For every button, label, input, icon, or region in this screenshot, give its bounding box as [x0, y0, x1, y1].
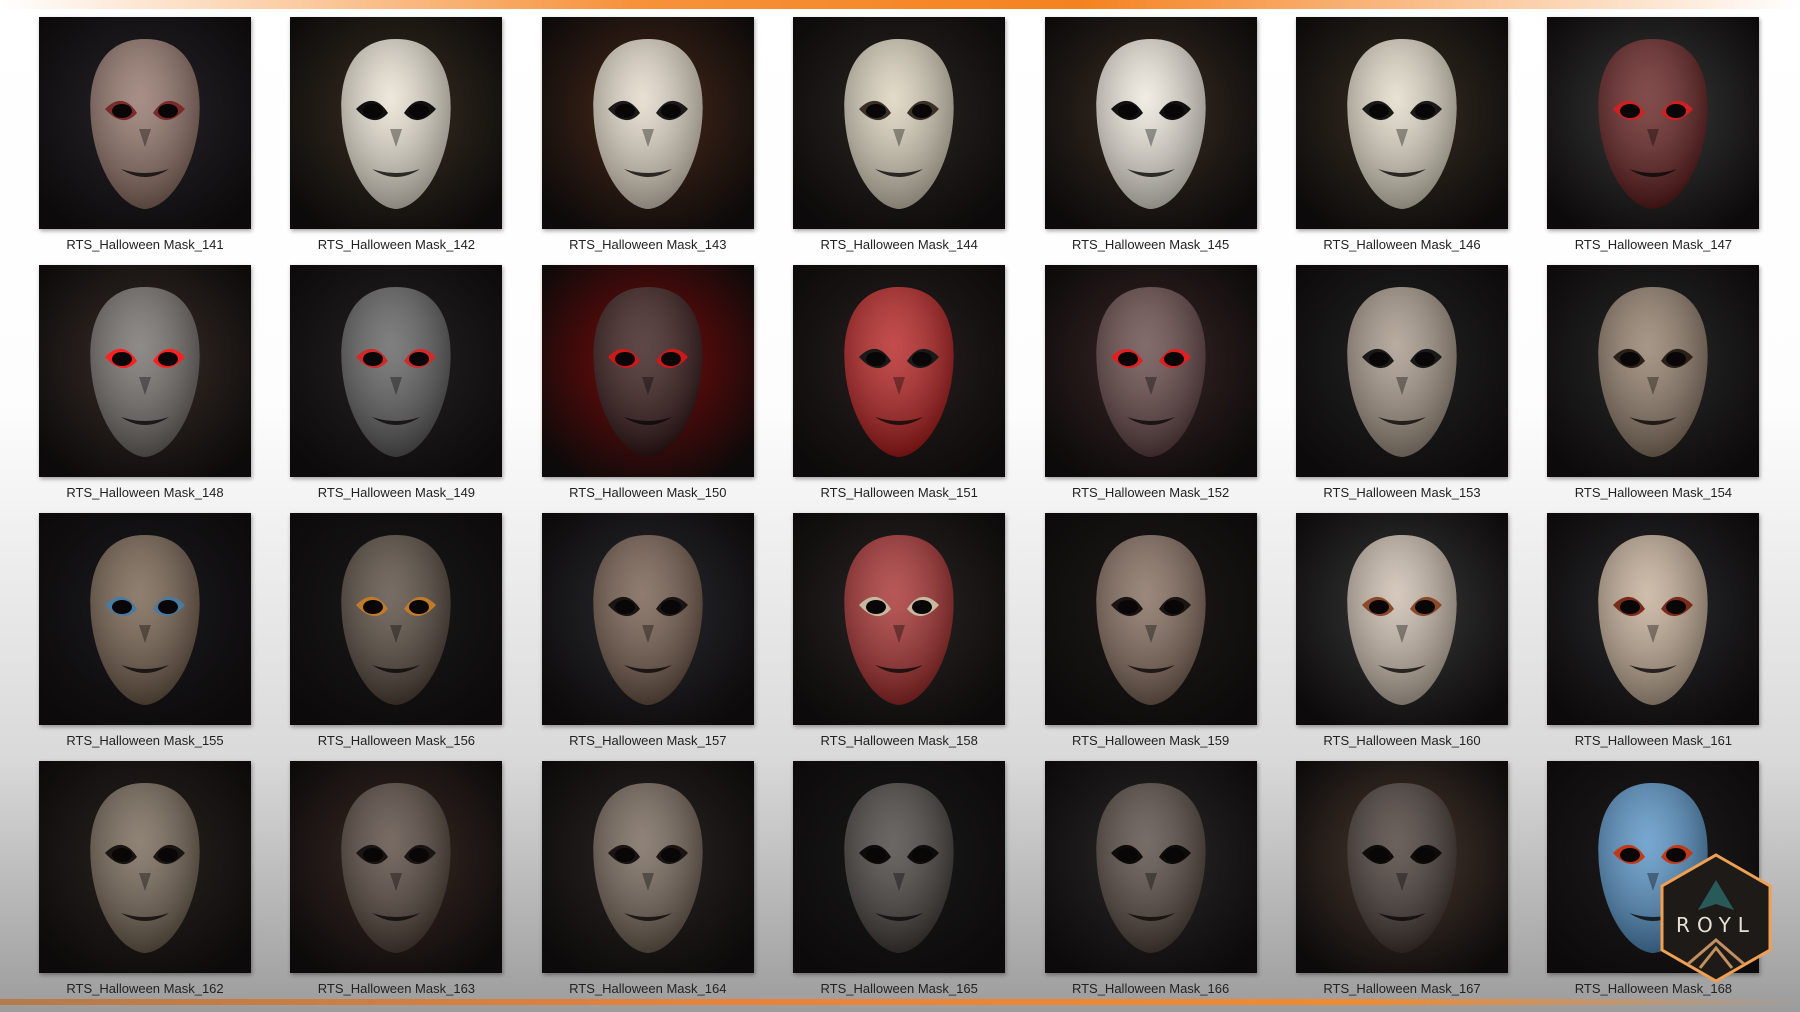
mask-image-thumbnail[interactable]: [1296, 265, 1508, 477]
thumbnail-item[interactable]: RTS_Halloween Mask_163: [290, 761, 503, 996]
mask-image-thumbnail[interactable]: [1296, 17, 1508, 229]
mask-image-thumbnail[interactable]: [1547, 17, 1760, 229]
thumbnail-item[interactable]: RTS_Halloween Mask_157: [541, 513, 754, 748]
thumbnail-item[interactable]: RTS_Halloween Mask_143: [541, 17, 754, 252]
mask-image-thumbnail[interactable]: [793, 513, 1006, 725]
mask-image-thumbnail[interactable]: [290, 513, 503, 725]
thumbnail-item[interactable]: RTS_Halloween Mask_152: [1044, 265, 1257, 500]
mask-image-thumbnail[interactable]: [1547, 265, 1760, 477]
mask-image-thumbnail[interactable]: [1547, 513, 1760, 725]
mask-image-thumbnail[interactable]: [541, 513, 754, 725]
bottom-accent-bar: [0, 999, 1800, 1005]
thumbnail-filename: RTS_Halloween Mask_152: [1071, 485, 1230, 500]
thumbnail-filename: RTS_Halloween Mask_165: [820, 981, 978, 996]
thumbnail-filename: RTS_Halloween Mask_144: [820, 237, 978, 252]
thumbnail-item[interactable]: RTS_Halloween Mask_154: [1547, 265, 1760, 500]
mask-image-thumbnail[interactable]: [1044, 17, 1257, 229]
thumbnail-item[interactable]: RTS_Halloween Mask_155: [39, 513, 251, 748]
thumbnail-filename: RTS_Halloween Mask_142: [317, 237, 476, 252]
thumbnail-filename: RTS_Halloween Mask_161: [1574, 733, 1733, 748]
thumbnail-item[interactable]: RTS_Halloween Mask_145: [1044, 17, 1257, 252]
thumbnail-item[interactable]: RTS_Halloween Mask_142: [290, 17, 503, 252]
thumbnail-filename: RTS_Halloween Mask_166: [1071, 981, 1230, 996]
mask-image-thumbnail[interactable]: [39, 513, 251, 725]
logo-text: ROYL: [1676, 913, 1756, 937]
thumbnail-item[interactable]: RTS_Halloween Mask_160: [1296, 513, 1508, 748]
thumbnail-filename: RTS_Halloween Mask_154: [1574, 485, 1733, 500]
thumbnail-filename: RTS_Halloween Mask_145: [1071, 237, 1230, 252]
thumbnail-filename: RTS_Halloween Mask_160: [1323, 733, 1481, 748]
mask-image-thumbnail[interactable]: [793, 761, 1006, 973]
thumbnail-item[interactable]: RTS_Halloween Mask_146: [1296, 17, 1508, 252]
thumbnail-item[interactable]: RTS_Halloween Mask_164: [541, 761, 754, 996]
thumbnail-filename: RTS_Halloween Mask_150: [569, 485, 727, 500]
thumbnail-filename: RTS_Halloween Mask_157: [569, 733, 727, 748]
thumbnail-item[interactable]: RTS_Halloween Mask_159: [1044, 513, 1257, 748]
thumbnail-filename: RTS_Halloween Mask_147: [1574, 237, 1733, 252]
thumbnail-item[interactable]: RTS_Halloween Mask_167: [1296, 761, 1508, 996]
thumbnail-item[interactable]: RTS_Halloween Mask_148: [39, 265, 251, 500]
thumbnail-item[interactable]: RTS_Halloween Mask_162: [39, 761, 251, 996]
thumbnail-filename: RTS_Halloween Mask_151: [820, 485, 978, 500]
thumbnail-item[interactable]: RTS_Halloween Mask_166: [1044, 761, 1257, 996]
mask-image-thumbnail[interactable]: [1044, 265, 1257, 477]
mask-image-thumbnail[interactable]: [39, 761, 251, 973]
thumbnail-item[interactable]: RTS_Halloween Mask_150: [541, 265, 754, 500]
thumbnail-filename: RTS_Halloween Mask_149: [317, 485, 476, 500]
mask-image-thumbnail[interactable]: [39, 265, 251, 477]
thumbnail-filename: RTS_Halloween Mask_156: [317, 733, 476, 748]
thumbnail-item[interactable]: RTS_Halloween Mask_149: [290, 265, 503, 500]
thumbnail-item[interactable]: RTS_Halloween Mask_165: [793, 761, 1006, 996]
mask-image-thumbnail[interactable]: [1044, 513, 1257, 725]
mask-image-thumbnail[interactable]: [541, 17, 754, 229]
thumbnail-filename: RTS_Halloween Mask_163: [317, 981, 476, 996]
thumbnail-filename: RTS_Halloween Mask_148: [66, 485, 224, 500]
mask-image-thumbnail[interactable]: [39, 17, 251, 229]
royl-logo-watermark: ROYL: [1660, 853, 1772, 983]
mask-image-thumbnail[interactable]: [541, 265, 754, 477]
thumbnail-item[interactable]: RTS_Halloween Mask_151: [793, 265, 1006, 500]
thumbnail-filename: RTS_Halloween Mask_162: [66, 981, 224, 996]
thumbnail-filename: RTS_Halloween Mask_155: [66, 733, 224, 748]
thumbnail-filename: RTS_Halloween Mask_167: [1323, 981, 1481, 996]
thumbnail-item[interactable]: RTS_Halloween Mask_144: [793, 17, 1006, 252]
mask-image-thumbnail[interactable]: [793, 265, 1006, 477]
mask-image-thumbnail[interactable]: [290, 265, 503, 477]
mask-image-thumbnail[interactable]: [793, 17, 1006, 229]
thumbnail-filename: RTS_Halloween Mask_153: [1323, 485, 1481, 500]
thumbnail-filename: RTS_Halloween Mask_146: [1323, 237, 1481, 252]
mask-image-thumbnail[interactable]: [1296, 761, 1508, 973]
thumbnail-item[interactable]: RTS_Halloween Mask_156: [290, 513, 503, 748]
thumbnail-item[interactable]: RTS_Halloween Mask_158: [793, 513, 1006, 748]
thumbnail-filename: RTS_Halloween Mask_159: [1071, 733, 1230, 748]
mask-image-thumbnail[interactable]: [1296, 513, 1508, 725]
thumbnail-filename: RTS_Halloween Mask_143: [569, 237, 727, 252]
thumbnail-item[interactable]: RTS_Halloween Mask_153: [1296, 265, 1508, 500]
thumbnail-item[interactable]: RTS_Halloween Mask_141: [39, 17, 251, 252]
top-accent-bar: [0, 0, 1800, 9]
mask-image-thumbnail[interactable]: [1044, 761, 1257, 973]
thumbnail-item[interactable]: RTS_Halloween Mask_147: [1547, 17, 1760, 252]
mask-image-thumbnail[interactable]: [541, 761, 754, 973]
mask-image-thumbnail[interactable]: [290, 17, 503, 229]
thumbnail-filename: RTS_Halloween Mask_164: [569, 981, 727, 996]
thumbnail-filename: RTS_Halloween Mask_141: [66, 237, 224, 252]
thumbnail-item[interactable]: RTS_Halloween Mask_161: [1547, 513, 1760, 748]
mask-image-thumbnail[interactable]: [290, 761, 503, 973]
thumbnail-filename: RTS_Halloween Mask_158: [820, 733, 978, 748]
